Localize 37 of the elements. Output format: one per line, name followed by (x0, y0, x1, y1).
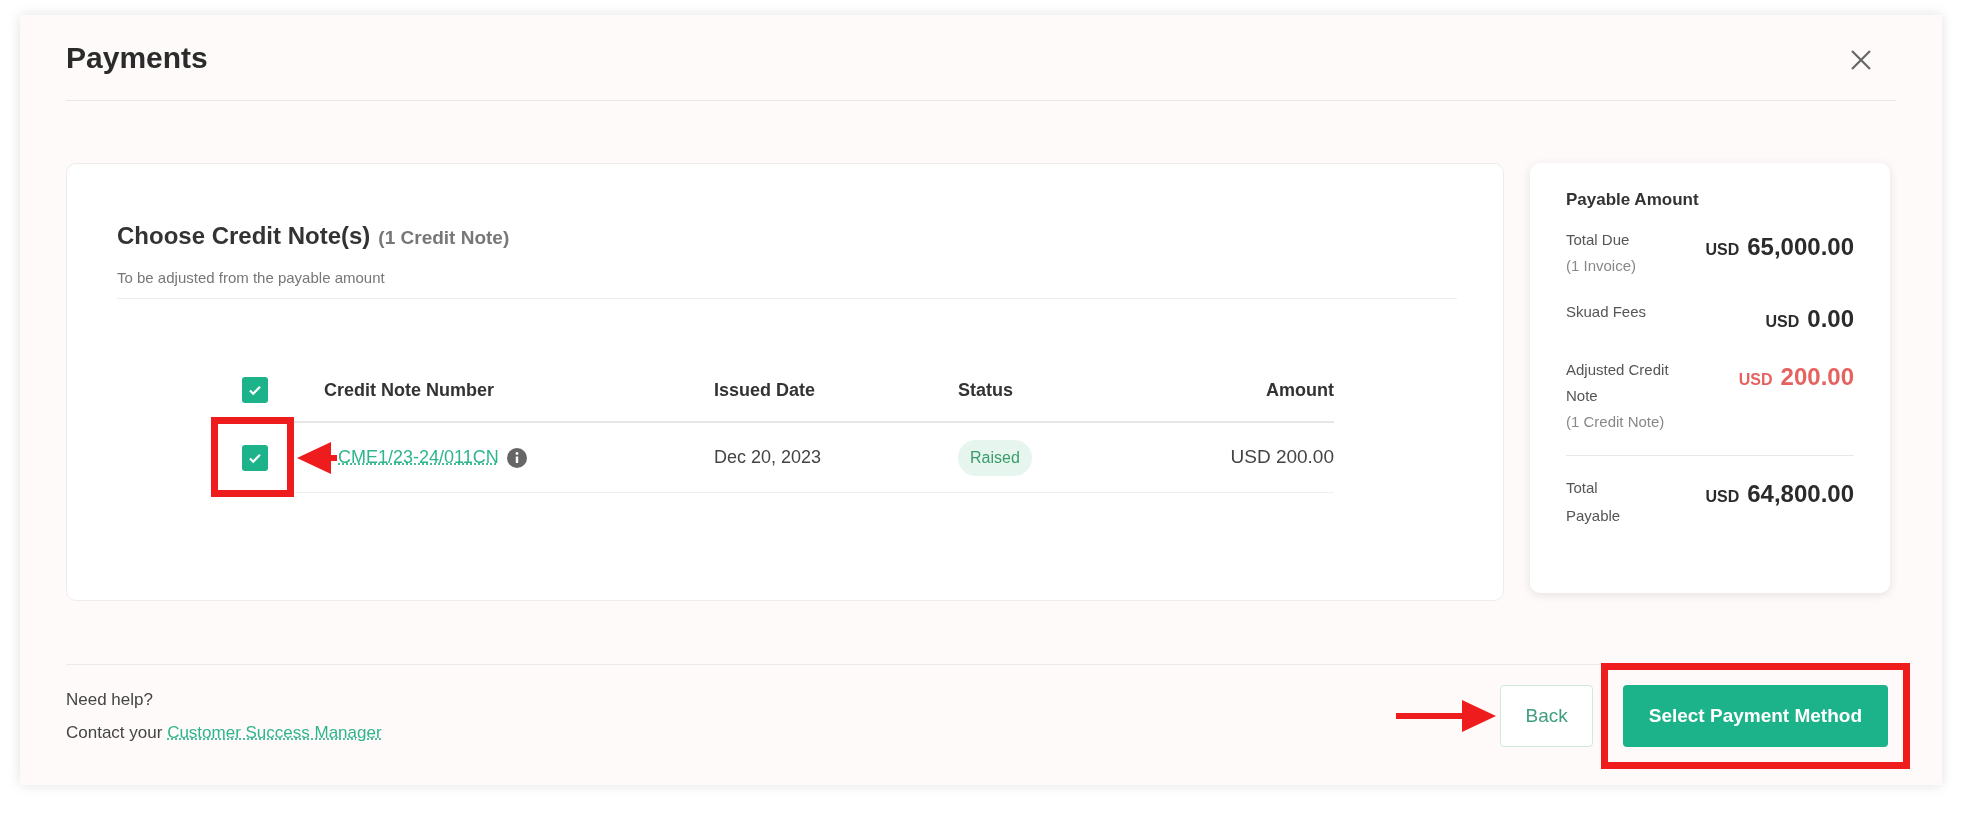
currency-label: USD (1765, 311, 1800, 332)
column-header: Issued Date (714, 379, 816, 400)
summary-note: (1 Credit Note) (1566, 411, 1666, 432)
amount: USD 200.00 (1230, 446, 1334, 468)
column-header: Amount (1266, 379, 1334, 400)
summary-label: Skuad Fees (1566, 301, 1648, 322)
left-arrow (297, 440, 337, 476)
summary-label: Adjusted Credit Note (1566, 359, 1670, 406)
column-header: Credit Note Number (324, 379, 494, 400)
select-payment-method-button[interactable]: Select Payment Method (1622, 685, 1888, 747)
back-button[interactable]: Back (1500, 685, 1593, 747)
close-icon[interactable] (1850, 49, 1872, 71)
info-icon[interactable] (506, 447, 527, 468)
help-text: Contact your Customer Success Manager (66, 722, 382, 744)
status-badge: Raised (958, 439, 1032, 476)
section-heading: Choose Credit Note(s) (117, 221, 371, 251)
summary-heading: Payable Amount (1566, 190, 1699, 209)
currency-label: USD (1705, 486, 1740, 507)
summary-value: 0.00 (1807, 303, 1854, 334)
total-label: Total Payable (1566, 478, 1621, 524)
contact-link[interactable]: Customer Success Manager (167, 723, 382, 742)
credit-note-count: (1 Credit Note) (378, 226, 510, 250)
summary-value: 65,000.00 (1747, 231, 1854, 262)
checkbox[interactable] (242, 444, 268, 471)
column-header: Status (958, 379, 1013, 400)
currency-label: USD (1738, 369, 1773, 390)
checkbox[interactable] (242, 377, 268, 403)
dialog-title: Payments (66, 40, 208, 76)
currency-label: USD (1705, 239, 1740, 260)
credit-note-link[interactable]: CME1/23-24/011CN (338, 444, 499, 471)
total-value: 64,800.00 (1747, 478, 1854, 509)
help-question: Need help? (66, 688, 154, 711)
section-subtitle: To be adjusted from the payable amount (117, 269, 385, 286)
summary-label: Total Due (1566, 229, 1631, 250)
summary-value: 200.00 (1780, 361, 1854, 392)
summary-note: (1 Invoice) (1566, 255, 1638, 276)
issued-date: Dec 20, 2023 (714, 447, 822, 467)
